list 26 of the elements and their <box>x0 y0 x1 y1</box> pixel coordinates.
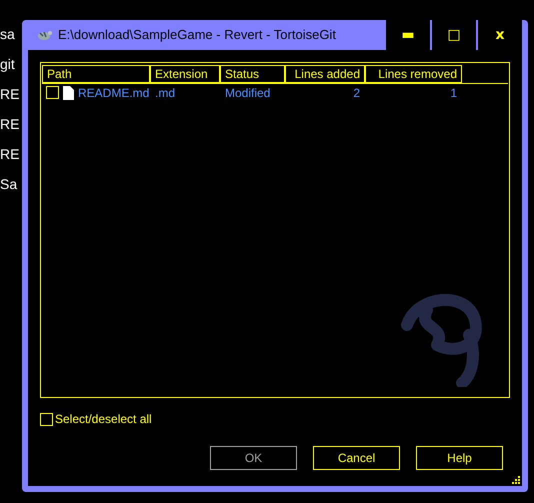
help-button[interactable]: Help <box>416 446 503 470</box>
row-checkbox[interactable] <box>46 86 59 99</box>
select-all-checkbox[interactable]: Select/deselect all <box>40 410 152 428</box>
cancel-button[interactable]: Cancel <box>313 446 400 470</box>
minimize-button[interactable]: ▬ <box>386 20 430 50</box>
maximize-button[interactable]: □ <box>432 20 476 50</box>
column-header[interactable]: Status <box>220 65 285 83</box>
background-text: RE <box>0 85 20 104</box>
background-text: RE <box>0 115 20 134</box>
column-header[interactable]: Lines added <box>285 65 365 83</box>
column-header[interactable]: Lines removed <box>365 65 462 83</box>
table-cell-text: README.md <box>78 84 150 102</box>
table-cell-text: Modified <box>224 84 272 102</box>
table-cell-text: 2 <box>352 84 361 102</box>
table-cell-text: 1 <box>449 84 458 102</box>
background-text: Sa <box>0 175 18 194</box>
resize-grip-icon <box>512 476 520 484</box>
background-text: sa <box>0 25 15 44</box>
column-header[interactable]: Path <box>42 65 150 83</box>
window-title: E:\download\SampleGame - Revert - TortoiseGit <box>58 26 336 44</box>
column-header[interactable]: Extension <box>150 65 220 83</box>
file-icon <box>63 86 74 100</box>
close-button[interactable]: x <box>478 20 522 50</box>
background-text: git <box>0 55 15 74</box>
background-text: RE <box>0 145 20 164</box>
table-cell-text: .md <box>154 84 176 102</box>
